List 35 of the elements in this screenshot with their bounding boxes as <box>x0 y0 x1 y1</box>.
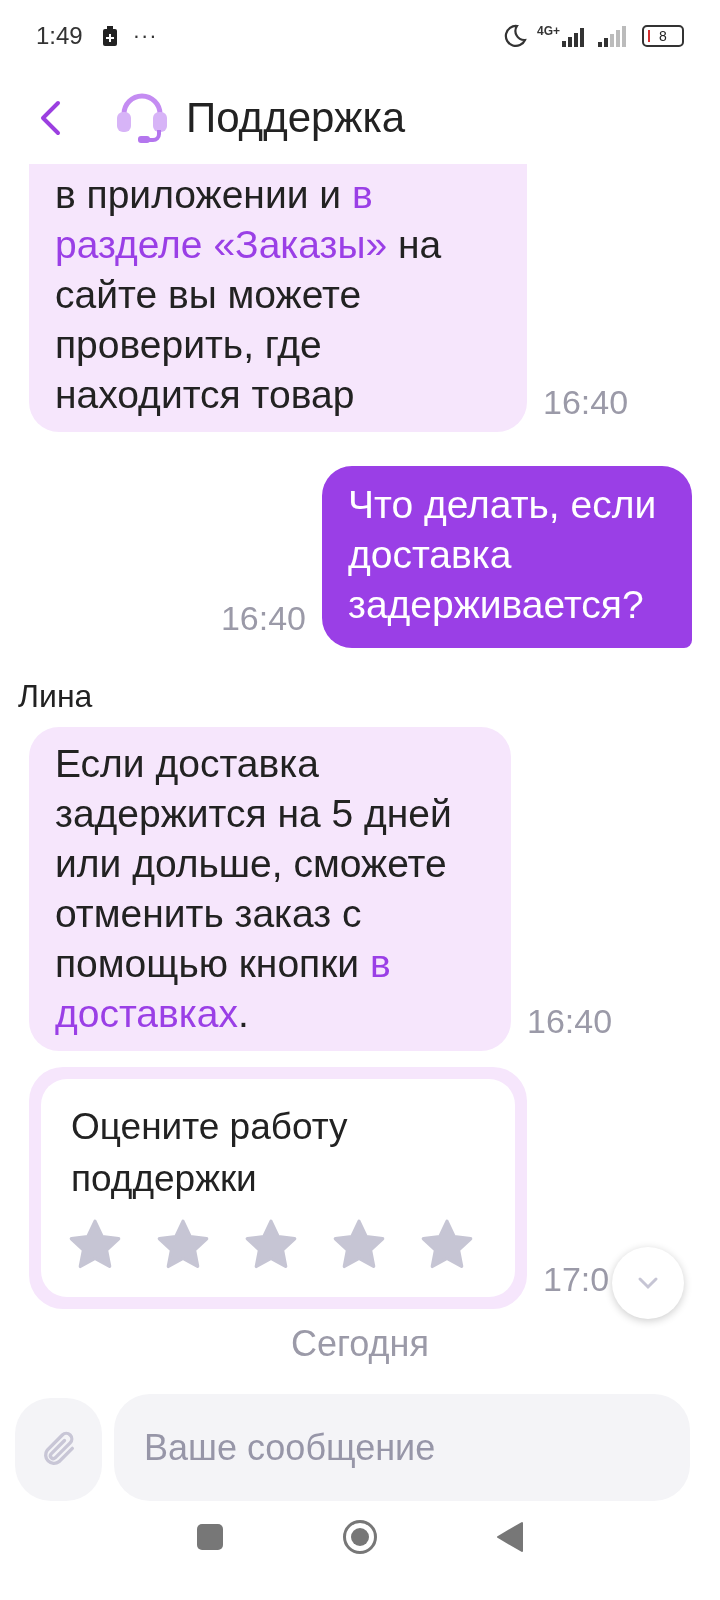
back-icon[interactable] <box>38 100 62 136</box>
home-icon[interactable] <box>342 1519 378 1555</box>
rating-prompt: Оцените работу поддержки <box>71 1105 349 1201</box>
message-time: 16:40 <box>543 383 629 423</box>
back-nav-icon[interactable] <box>496 1521 524 1553</box>
battery-indicator: 8 <box>642 25 684 47</box>
star-icon[interactable] <box>156 1219 210 1271</box>
chevron-down-icon <box>637 1276 659 1290</box>
more-indicator: ··· <box>132 23 158 49</box>
message-link[interactable]: в <box>351 173 373 216</box>
message-input[interactable]: Ваше сообщение <box>114 1394 690 1501</box>
star-icon[interactable] <box>420 1219 474 1271</box>
date-divider: Сегодня <box>290 1323 430 1365</box>
message-text: Что делать, если доставка задерживается? <box>348 482 658 628</box>
sender-name: Лина <box>18 678 94 715</box>
message-link[interactable]: доставках <box>55 992 238 1035</box>
star-icon[interactable] <box>68 1219 122 1271</box>
moon-icon <box>503 24 527 48</box>
message-text: Если доставка задержится на 5 дней или дольше, сможете отменить заказ с помощью кнопки в доставках. <box>55 741 453 1037</box>
star-icon[interactable] <box>244 1219 298 1271</box>
message-link[interactable]: разделе «Заказы» <box>55 223 388 266</box>
message-link[interactable]: в <box>369 942 391 985</box>
status-time: 1:49 <box>36 22 83 50</box>
signal-icon <box>598 25 628 47</box>
chat-title: Поддержка <box>186 94 406 142</box>
scroll-down-button[interactable] <box>612 1247 684 1319</box>
message-time: 17:0 <box>543 1260 610 1300</box>
recents-icon[interactable] <box>196 1523 224 1551</box>
message-time: 16:40 <box>527 1002 613 1042</box>
star-icon[interactable] <box>332 1219 386 1271</box>
attach-button[interactable] <box>15 1398 102 1501</box>
network-type: 4G+ <box>537 24 560 38</box>
battery-saver-icon <box>102 26 117 46</box>
message-text: в приложении и в разделе «Заказы» на сайте вы можете проверить, где находится товар <box>55 172 443 418</box>
message-time: 16:40 <box>220 599 306 639</box>
